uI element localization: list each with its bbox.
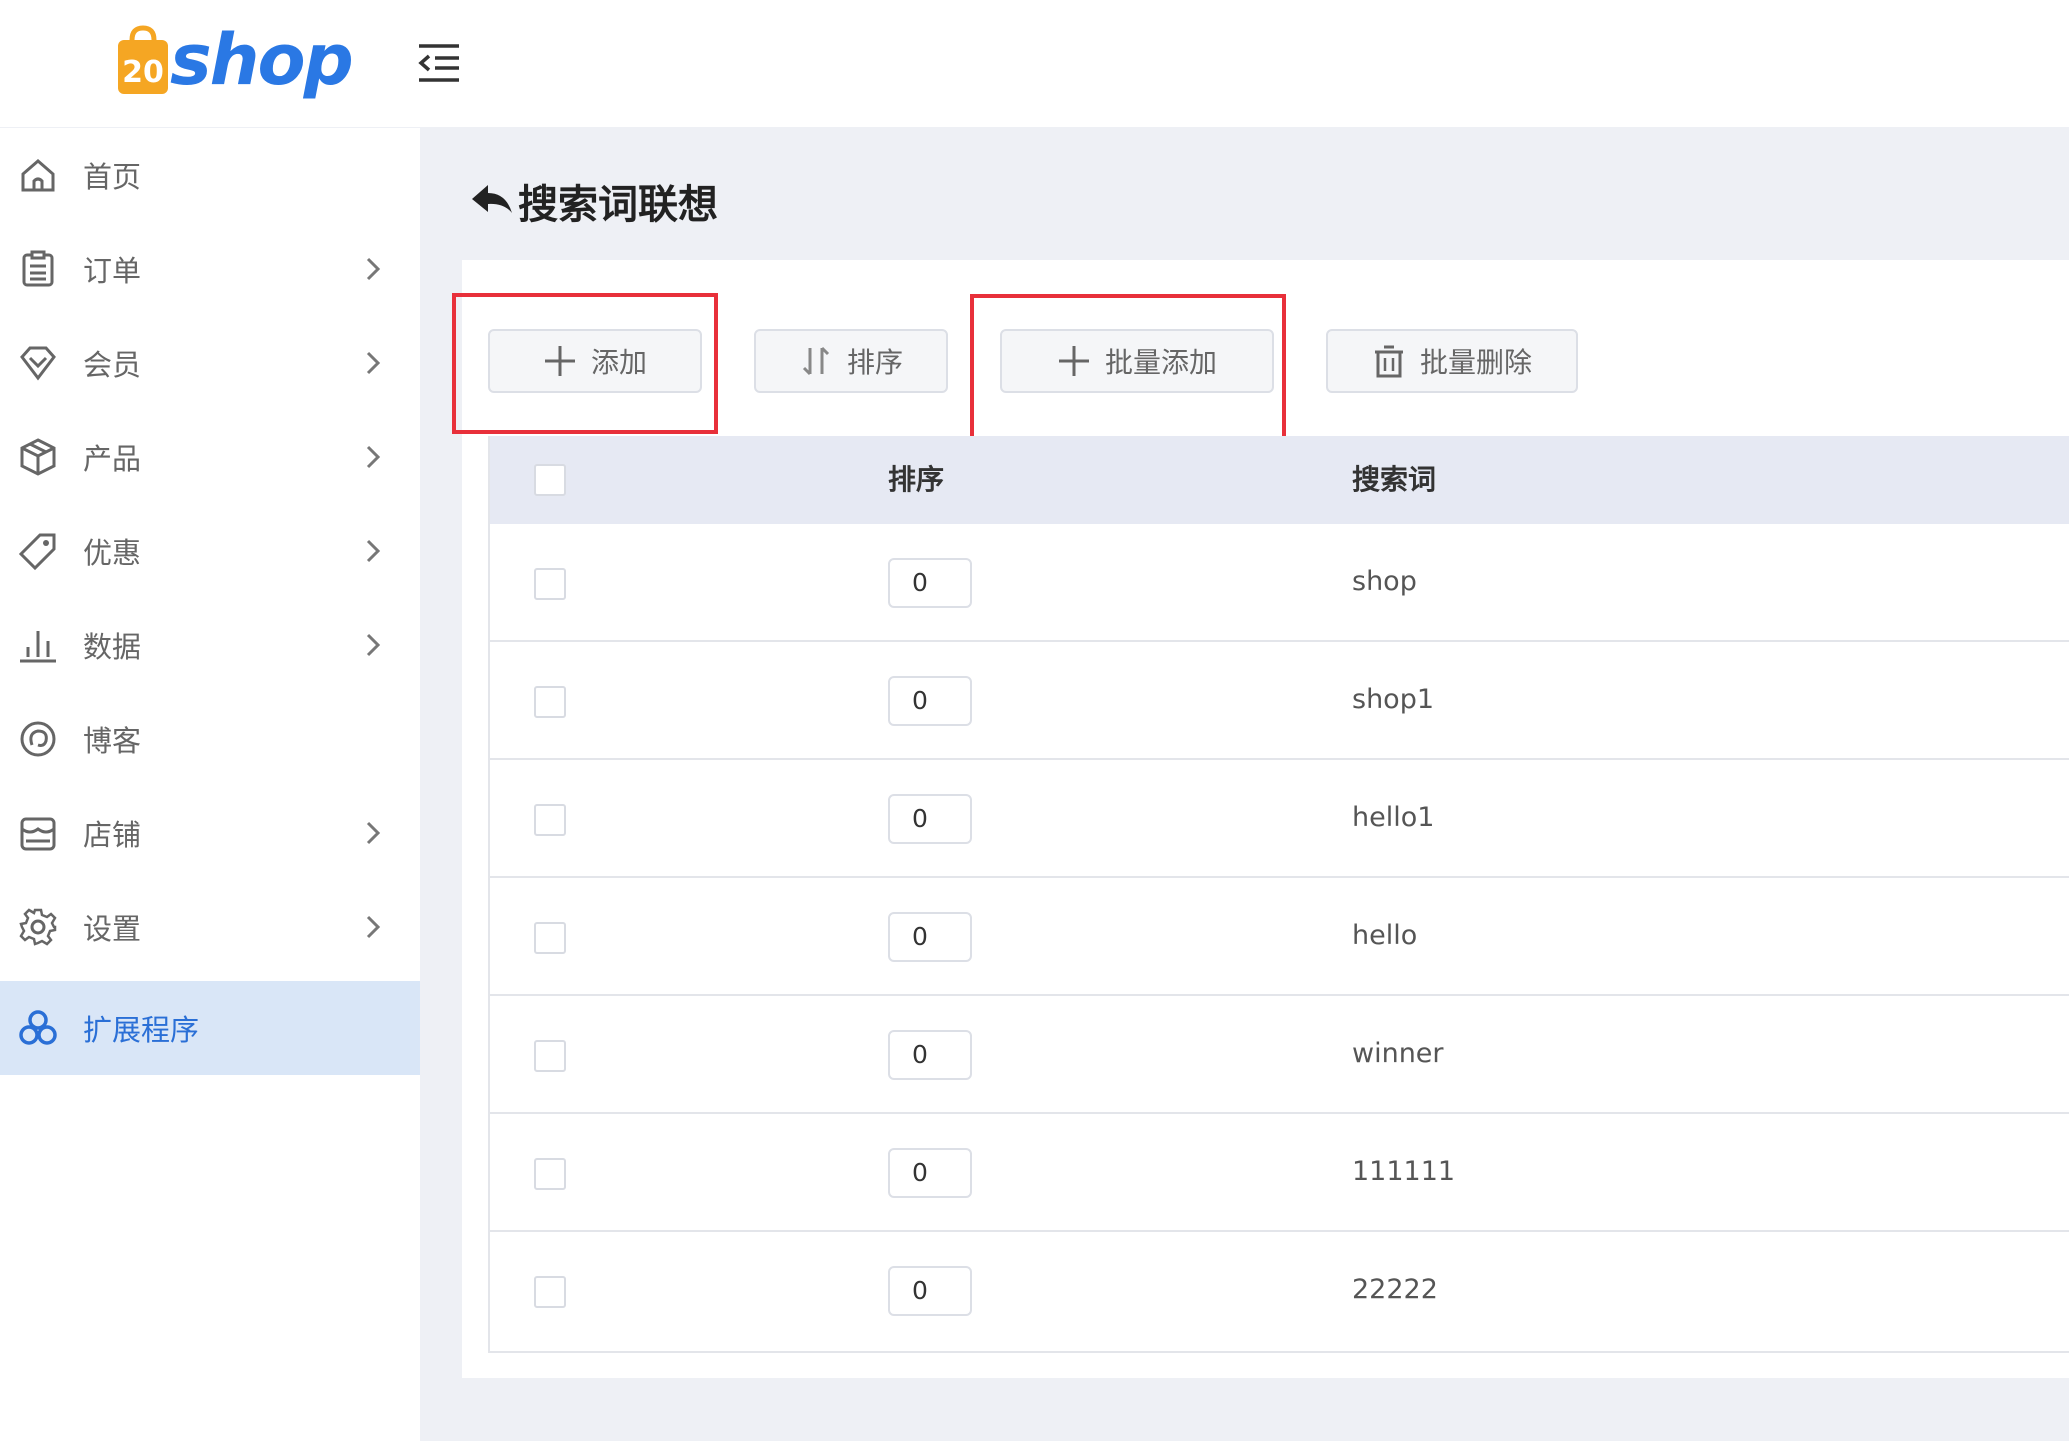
chevron-right-icon — [366, 257, 381, 281]
sort-order-input[interactable]: 0 — [888, 676, 972, 726]
row-checkbox[interactable] — [534, 686, 566, 718]
sidebar-item-settings[interactable]: 设置 — [0, 880, 420, 974]
keyword-cell: shop — [1352, 566, 1417, 597]
logo-text: shop — [170, 19, 354, 101]
sidebar-item-products[interactable]: 产品 — [0, 410, 420, 504]
table-header: 排序 搜索词 — [490, 436, 2069, 524]
row-checkbox[interactable] — [534, 804, 566, 836]
sidebar-item-blog[interactable]: 博客 — [0, 692, 420, 786]
sidebar-item-label: 产品 — [83, 442, 142, 476]
sort-icon — [802, 346, 830, 376]
store-icon — [20, 817, 56, 851]
sidebar-item-orders[interactable]: 订单 — [0, 222, 420, 316]
sort-order-input[interactable]: 0 — [888, 1030, 972, 1080]
keyword-cell: hello — [1352, 920, 1418, 951]
sidebar-item-label: 会员 — [83, 348, 142, 382]
home-icon — [21, 159, 55, 192]
table-row: 0 111111 — [490, 1114, 2069, 1232]
table-row: 0 winner — [490, 996, 2069, 1114]
sort-order-input[interactable]: 0 — [888, 912, 972, 962]
sidebar-item-label: 博客 — [83, 724, 142, 758]
keyword-cell: 111111 — [1352, 1156, 1456, 1187]
box-icon — [20, 438, 56, 476]
sidebar-item-label: 优惠 — [83, 536, 142, 570]
menu-collapse-icon[interactable] — [415, 38, 463, 86]
sort-order-input[interactable]: 0 — [888, 1266, 972, 1316]
sidebar-item-extensions[interactable]: 扩展程序 — [0, 981, 420, 1075]
table-row: 0 22222 — [490, 1232, 2069, 1350]
column-header-keyword: 搜索词 — [1352, 463, 1437, 496]
diamond-icon — [20, 346, 56, 381]
table-row: 0 shop1 — [490, 642, 2069, 760]
sidebar-item-members[interactable]: 会员 — [0, 316, 420, 410]
batch-delete-button-label: 批量删除 — [1419, 346, 1532, 379]
top-bar: 20 shop — [0, 0, 2069, 127]
select-all-checkbox[interactable] — [534, 464, 566, 496]
keyword-cell: winner — [1352, 1038, 1444, 1069]
sidebar: 首页 订单 会员 产品 优惠 数据 博客 店铺 设置 扩展程序 — [0, 127, 420, 1441]
chevron-right-icon — [366, 445, 381, 469]
trash-icon — [1374, 345, 1403, 378]
bar-chart-icon — [20, 631, 56, 663]
keyword-cell: shop1 — [1352, 684, 1435, 715]
extension-icon — [19, 1010, 57, 1045]
gear-icon — [19, 908, 57, 946]
logo-bag-icon: 20 — [114, 24, 172, 96]
sidebar-item-label: 数据 — [83, 630, 142, 664]
sort-button[interactable]: 排序 — [754, 329, 948, 393]
column-header-sort[interactable]: 排序 — [888, 436, 944, 524]
sidebar-item-label: 订单 — [83, 254, 142, 288]
keyword-cell: 22222 — [1352, 1274, 1438, 1305]
back-arrow-icon[interactable] — [470, 181, 514, 221]
batch-delete-button[interactable]: 批量删除 — [1326, 329, 1578, 393]
clipboard-icon — [22, 250, 54, 287]
table-row: 0 hello1 — [490, 760, 2069, 878]
highlight-box-batch-add — [970, 294, 1286, 443]
sidebar-item-promotions[interactable]: 优惠 — [0, 504, 420, 598]
chevron-right-icon — [366, 539, 381, 563]
row-checkbox[interactable] — [534, 1276, 566, 1308]
row-checkbox[interactable] — [534, 568, 566, 600]
tag-icon — [18, 533, 56, 571]
highlight-box-add — [452, 293, 718, 434]
chevron-right-icon — [366, 633, 381, 657]
table-row: 0 hello — [490, 878, 2069, 996]
sidebar-item-label: 店铺 — [83, 818, 142, 852]
sidebar-item-label: 首页 — [83, 160, 142, 194]
row-checkbox[interactable] — [534, 1040, 566, 1072]
sidebar-item-label: 设置 — [83, 912, 142, 946]
sort-button-label: 排序 — [846, 346, 903, 379]
sidebar-item-home[interactable]: 首页 — [0, 128, 420, 222]
swirl-icon — [20, 721, 56, 757]
row-checkbox[interactable] — [534, 1158, 566, 1190]
sort-order-input[interactable]: 0 — [888, 558, 972, 608]
table-row: 0 shop — [490, 524, 2069, 642]
sidebar-item-label: 扩展程序 — [83, 1013, 200, 1047]
sort-order-input[interactable]: 0 — [888, 1148, 972, 1198]
sort-order-input[interactable]: 0 — [888, 794, 972, 844]
chevron-right-icon — [366, 351, 381, 375]
sidebar-item-store[interactable]: 店铺 — [0, 786, 420, 880]
chevron-right-icon — [366, 821, 381, 845]
row-checkbox[interactable] — [534, 922, 566, 954]
sidebar-item-data[interactable]: 数据 — [0, 598, 420, 692]
page-title-text: 搜索词联想 — [518, 182, 718, 228]
logo[interactable]: 20 shop — [114, 18, 354, 102]
chevron-right-icon — [366, 915, 381, 939]
keyword-cell: hello1 — [1352, 802, 1435, 833]
logo-badge-text: 20 — [122, 55, 164, 90]
keyword-table: 排序 搜索词 0 shop 0 shop1 0 hello1 0 hello 0… — [488, 436, 2069, 1353]
page-title: 搜索词联想 — [470, 172, 718, 230]
